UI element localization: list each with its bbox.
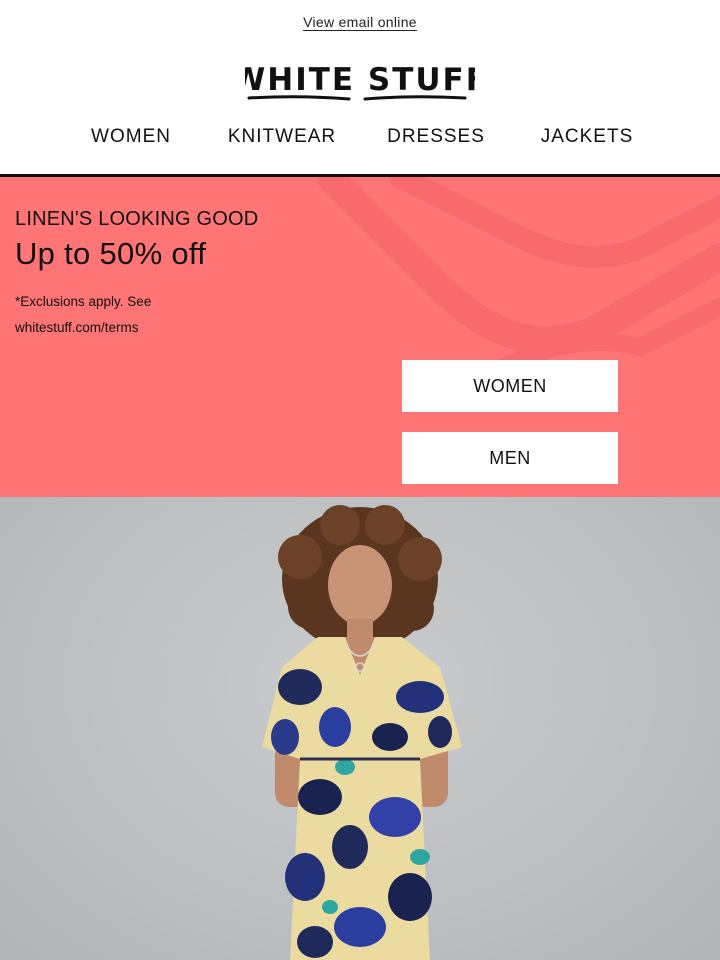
nav-item-women[interactable]: WOMEN <box>91 126 171 148</box>
view-email-online: View email online <box>0 14 720 30</box>
promo-fine-print: *Exclusions apply. See whitestuff.com/te… <box>15 289 215 341</box>
promo-headline: Up to 50% off <box>15 236 207 271</box>
nav-item-jackets[interactable]: JACKETS <box>541 126 634 148</box>
shop-men-button[interactable]: MEN <box>402 432 618 484</box>
brand-logo[interactable]: WHITE STUFF <box>0 58 720 104</box>
fine-print-line-2: whitestuff.com/terms <box>15 320 139 335</box>
view-email-online-link[interactable]: View email online <box>303 14 417 30</box>
nav-item-dresses[interactable]: DRESSES <box>387 126 485 148</box>
fine-print-line-1: *Exclusions apply. See <box>15 294 152 309</box>
main-nav: WOMEN KNITWEAR DRESSES JACKETS <box>0 126 720 156</box>
shop-women-button[interactable]: WOMEN <box>402 360 618 412</box>
logo-text: WHITE STUFF <box>245 62 475 98</box>
white-stuff-logo: WHITE STUFF <box>245 62 475 101</box>
model-figure-image <box>262 505 462 960</box>
nav-item-knitwear[interactable]: KNITWEAR <box>228 126 336 148</box>
promo-banner[interactable]: LINEN'S LOOKING GOOD Up to 50% off *Excl… <box>0 177 720 497</box>
product-photo[interactable] <box>0 497 720 960</box>
promo-eyebrow: LINEN'S LOOKING GOOD <box>15 208 259 230</box>
